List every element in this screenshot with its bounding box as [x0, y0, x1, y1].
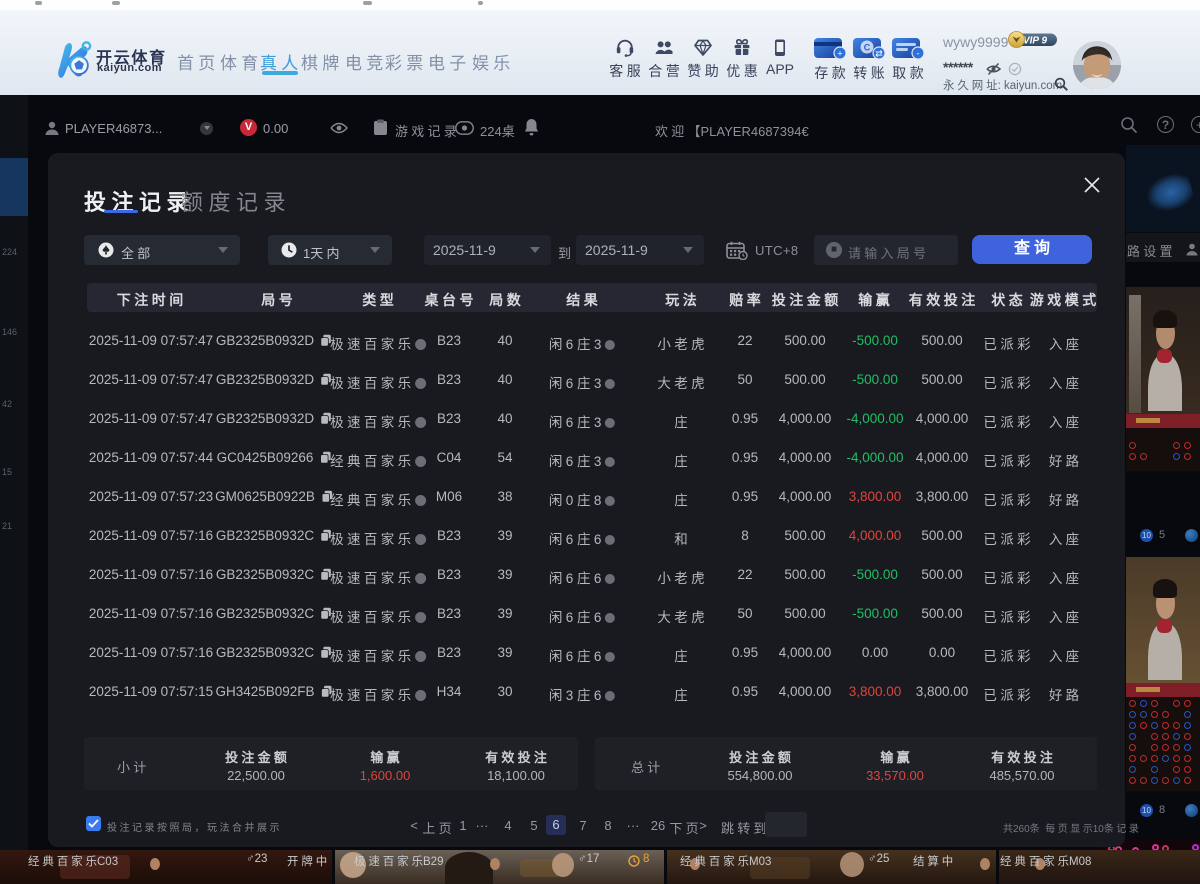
svg-text:VIP 9: VIP 9 — [1023, 36, 1048, 47]
svg-text:C: C — [864, 43, 871, 53]
svg-text:⇄: ⇄ — [875, 48, 883, 58]
svg-text:-: - — [917, 48, 920, 58]
svg-text:+: + — [837, 48, 842, 58]
